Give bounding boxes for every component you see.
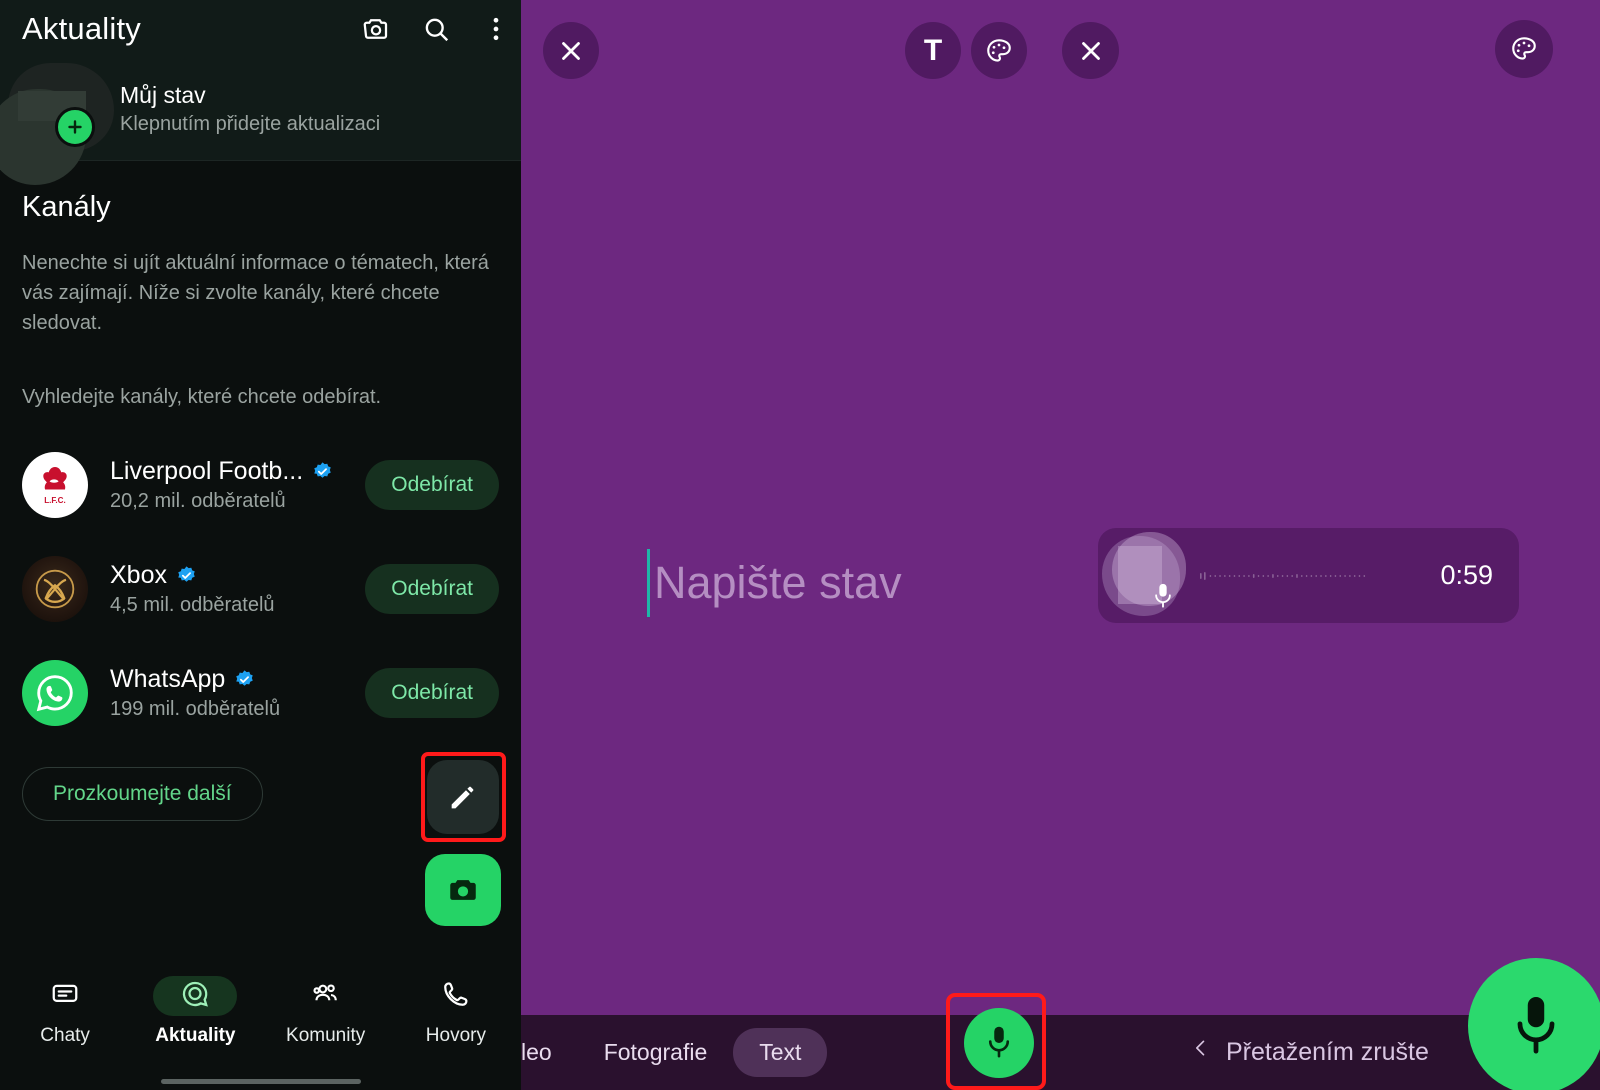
- channel-subscribers: 199 mil. odběratelů: [110, 698, 281, 720]
- channel-subscribers: 20,2 mil. odběratelů: [110, 490, 286, 512]
- recorder-avatar: [1098, 528, 1190, 623]
- verified-badge-icon: [176, 565, 197, 586]
- mic-fab[interactable]: [1468, 958, 1600, 1090]
- xbox-logo: [22, 556, 88, 622]
- app-bar: Aktuality: [0, 0, 521, 57]
- channels-heading: Kanály: [22, 191, 111, 223]
- nav-pill: [23, 976, 107, 1016]
- camera-fab[interactable]: [425, 854, 501, 926]
- svg-text:L.F.C.: L.F.C.: [44, 496, 66, 505]
- whatsapp-logo: [22, 660, 88, 726]
- nav-item-komunity[interactable]: Komunity: [266, 976, 386, 1047]
- camera-icon[interactable]: [361, 14, 391, 44]
- channel-meta: Xbox 4,5 mil. odběratelů: [110, 561, 365, 617]
- nav-item-label: Komunity: [286, 1025, 366, 1046]
- mode-tabs: leo Fotografie Text: [521, 1028, 828, 1077]
- plus-icon[interactable]: [55, 106, 95, 147]
- chats-icon: [50, 979, 80, 1014]
- channel-subscribers: 4,5 mil. odběratelů: [110, 594, 275, 616]
- channel-meta: Liverpool Footb... 20,2 mil. odběratelů: [110, 457, 365, 513]
- home-indicator: [160, 1079, 361, 1084]
- mode-tab-fotografie[interactable]: Fotografie: [578, 1028, 734, 1077]
- my-status-row[interactable]: Můj stav Klepnutím přidejte aktualizaci: [0, 57, 521, 185]
- updates-icon: [180, 979, 210, 1014]
- cancel-hint: Přetažením zrušte: [1191, 1015, 1429, 1090]
- mic-icon: [1152, 582, 1174, 612]
- text-caret: [647, 549, 650, 617]
- subscribe-button[interactable]: Odebírat: [365, 460, 499, 510]
- channel-name-line: WhatsApp: [110, 665, 365, 694]
- status-composer-panel: T Napište stav 0:59 leo Fotografie Text …: [521, 0, 1600, 1090]
- calls-icon: [441, 979, 471, 1014]
- screenshot-root: Aktuality Můj stav Klepnutím přidejte ak…: [0, 0, 1600, 1090]
- app-bar-actions: [361, 0, 511, 57]
- nav-item-label: Chaty: [40, 1025, 90, 1046]
- nav-item-hovory[interactable]: Hovory: [396, 976, 516, 1047]
- channel-name-line: Xbox: [110, 561, 365, 590]
- my-status-title: Můj stav: [120, 81, 206, 108]
- avatar[interactable]: [0, 57, 120, 185]
- channels-intro: Kanály Nenechte si ujít aktuální informa…: [0, 161, 521, 409]
- nav-item-chaty[interactable]: Chaty: [5, 976, 125, 1047]
- channel-name: WhatsApp: [110, 665, 226, 693]
- status-placeholder: Napište stav: [654, 557, 902, 608]
- nav-item-aktuality[interactable]: Aktuality: [135, 976, 255, 1047]
- channel-name: Liverpool Footb...: [110, 457, 304, 485]
- subscribe-button[interactable]: Odebírat: [365, 668, 499, 718]
- explore-more-button[interactable]: Prozkoumejte další: [22, 767, 263, 821]
- verified-badge-icon: [234, 669, 255, 690]
- communities-icon: [311, 979, 341, 1014]
- nav-pill: [414, 976, 498, 1016]
- voice-recording-preview[interactable]: 0:59: [1098, 528, 1519, 623]
- my-status-subtitle: Klepnutím přidejte aktualizaci: [120, 112, 381, 135]
- liverpool-fc-logo: L.F.C.: [22, 452, 88, 518]
- subscribe-button[interactable]: Odebírat: [365, 564, 499, 614]
- channel-name-line: Liverpool Footb...: [110, 457, 365, 486]
- mode-tab-video[interactable]: leo: [521, 1028, 578, 1077]
- overflow-menu-icon[interactable]: [481, 14, 511, 44]
- channels-search-hint: Vyhledejte kanály, které chcete odebírat…: [22, 386, 382, 408]
- channel-meta: WhatsApp 199 mil. odběratelů: [110, 665, 365, 721]
- mode-tab-text[interactable]: Text: [733, 1028, 828, 1077]
- verified-badge-icon: [312, 461, 333, 482]
- record-mic-button[interactable]: [964, 1008, 1034, 1078]
- channel-list: L.F.C. Liverpool Footb... 20,2 mil. odbě…: [0, 433, 521, 745]
- nav-pill: [153, 976, 238, 1016]
- composer-bottom-bar: leo Fotografie Text Přetažením zrušte: [521, 958, 1600, 1090]
- whatsapp-updates-panel: Aktuality Můj stav Klepnutím přidejte ak…: [0, 0, 521, 1090]
- channels-description: Nenechte si ujít aktuální informace o té…: [22, 252, 489, 334]
- bottom-navigation: Chaty Aktuality Komunity Hovory: [0, 962, 521, 1090]
- nav-pill: [284, 976, 368, 1016]
- waveform: [1200, 564, 1440, 588]
- nav-item-label: Aktuality: [155, 1025, 236, 1046]
- page-title: Aktuality: [22, 10, 141, 46]
- channel-name: Xbox: [110, 561, 167, 589]
- list-item[interactable]: L.F.C. Liverpool Footb... 20,2 mil. odbě…: [0, 433, 521, 537]
- list-item[interactable]: WhatsApp 199 mil. odběratelů Odebírat: [0, 641, 521, 745]
- recording-timer: 0:59: [1440, 560, 1493, 590]
- edit-pencil-icon[interactable]: [427, 760, 499, 834]
- list-item[interactable]: Xbox 4,5 mil. odběratelů Odebírat: [0, 537, 521, 641]
- my-status-texts: Můj stav Klepnutím přidejte aktualizaci: [120, 82, 380, 136]
- search-icon[interactable]: [421, 14, 451, 44]
- nav-item-label: Hovory: [425, 1025, 486, 1046]
- cancel-hint-label: Přetažením zrušte: [1226, 1038, 1429, 1066]
- chevron-left-icon: [1191, 1038, 1211, 1068]
